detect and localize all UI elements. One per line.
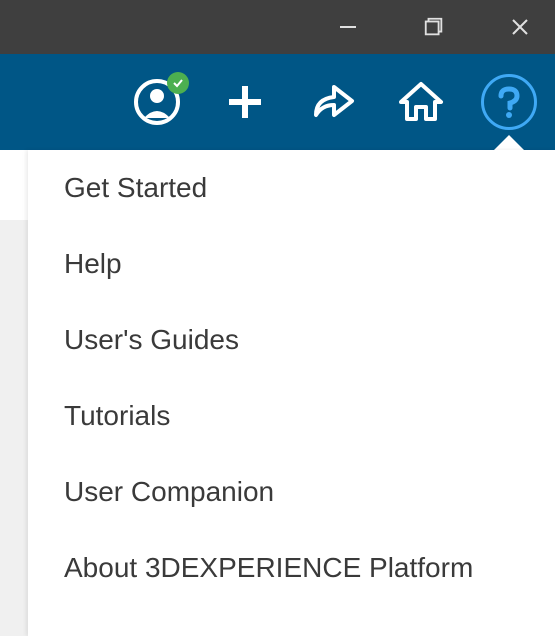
dropdown-pointer: [493, 135, 525, 151]
menu-item-user-companion[interactable]: User Companion: [28, 454, 555, 530]
home-button[interactable]: [393, 74, 449, 130]
menu-item-users-guides[interactable]: User's Guides: [28, 302, 555, 378]
checkmark-icon: [172, 77, 184, 89]
menu-item-help[interactable]: Help: [28, 226, 555, 302]
minimize-icon: [336, 15, 360, 39]
share-arrow-icon: [308, 77, 358, 127]
status-online-badge: [167, 72, 189, 94]
home-icon: [396, 77, 446, 127]
background-strip: [0, 150, 28, 220]
menu-item-about[interactable]: About 3DEXPERIENCE Platform: [28, 530, 555, 606]
window-titlebar: [0, 0, 555, 54]
minimize-button[interactable]: [325, 4, 371, 50]
menu-item-tutorials[interactable]: Tutorials: [28, 378, 555, 454]
maximize-icon: [423, 16, 445, 38]
add-button[interactable]: [217, 74, 273, 130]
maximize-button[interactable]: [411, 4, 457, 50]
question-mark-icon: [491, 84, 527, 120]
menu-item-get-started[interactable]: Get Started: [28, 150, 555, 226]
help-dropdown-menu: Get Started Help User's Guides Tutorials…: [28, 150, 555, 636]
plus-icon: [223, 80, 267, 124]
share-button[interactable]: [305, 74, 361, 130]
help-button[interactable]: [481, 74, 537, 130]
profile-button[interactable]: [129, 74, 185, 130]
close-button[interactable]: [497, 4, 543, 50]
close-icon: [508, 15, 532, 39]
main-toolbar: [0, 54, 555, 150]
